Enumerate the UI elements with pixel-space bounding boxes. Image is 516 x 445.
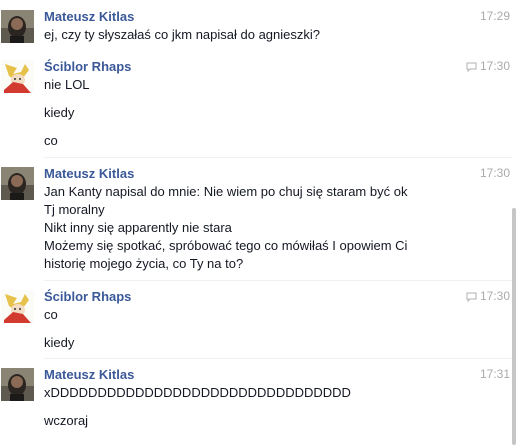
message-group: Mateusz Kitlas 17:30 Jan Kanty napisal d… <box>0 165 512 275</box>
time-label: 17:29 <box>479 9 510 23</box>
message-text: Możemy się spotkać, spróbować tego co mó… <box>44 238 408 253</box>
time-label: 17:31 <box>479 367 510 381</box>
message-text: nie LOL <box>44 77 90 92</box>
divider <box>44 358 512 359</box>
avatar[interactable] <box>1 10 34 43</box>
message-group: Mateusz Kitlas 17:31 xDDDDDDDDDDDDDDDDDD… <box>0 366 512 436</box>
scrollbar[interactable] <box>512 208 516 445</box>
message-group: Mateusz Kitlas 17:29 ej, czy ty słyszała… <box>0 8 512 48</box>
message-timestamp: 17:29 <box>480 8 510 25</box>
author-name[interactable]: Ściblor Rhaps <box>44 58 131 75</box>
message-text: Tj moralny <box>44 202 105 217</box>
message-text: Nikt inny się apparently nie stara <box>44 220 232 235</box>
author-name[interactable]: Mateusz Kitlas <box>44 8 134 25</box>
message-group: Ściblor Rhaps 17:30 co kiedy <box>0 288 512 353</box>
time-label: 17:30 <box>479 166 510 180</box>
message-text: Jan Kanty napisal do mnie: Nie wiem po c… <box>44 184 408 199</box>
message-text: wczoraj <box>44 413 89 428</box>
message-timestamp: 17:30 <box>466 58 510 75</box>
author-name[interactable]: Ściblor Rhaps <box>44 288 131 305</box>
message-text: ej, czy ty słyszałaś co jkm napisał do a… <box>44 27 321 42</box>
time-label: 17:30 <box>479 289 510 303</box>
message-text: historię mojego życia, co Ty na to? <box>44 256 244 271</box>
chat-bubble-icon <box>466 292 477 302</box>
message-text: co <box>44 133 58 148</box>
avatar[interactable] <box>1 60 34 93</box>
message-text: co <box>44 307 58 322</box>
divider <box>44 280 512 281</box>
message-text: kiedy <box>44 105 75 120</box>
message-timestamp: 17:30 <box>480 165 510 182</box>
message-timestamp: 17:31 <box>480 366 510 383</box>
chat-bubble-icon <box>466 62 477 72</box>
message-text: kiedy <box>44 335 75 350</box>
divider <box>44 157 512 158</box>
time-label: 17:30 <box>479 59 510 73</box>
message-group: Ściblor Rhaps 17:30 nie LOL kiedy co <box>0 58 512 153</box>
avatar[interactable] <box>1 167 34 200</box>
avatar[interactable] <box>1 290 34 323</box>
message-text: xDDDDDDDDDDDDDDDDDDDDDDDDDDDDDDDD <box>44 385 351 400</box>
message-timestamp: 17:30 <box>466 288 510 305</box>
author-name[interactable]: Mateusz Kitlas <box>44 165 134 182</box>
author-name[interactable]: Mateusz Kitlas <box>44 366 134 383</box>
avatar[interactable] <box>1 368 34 401</box>
message-thread: Mateusz Kitlas 17:29 ej, czy ty słyszała… <box>0 0 516 445</box>
